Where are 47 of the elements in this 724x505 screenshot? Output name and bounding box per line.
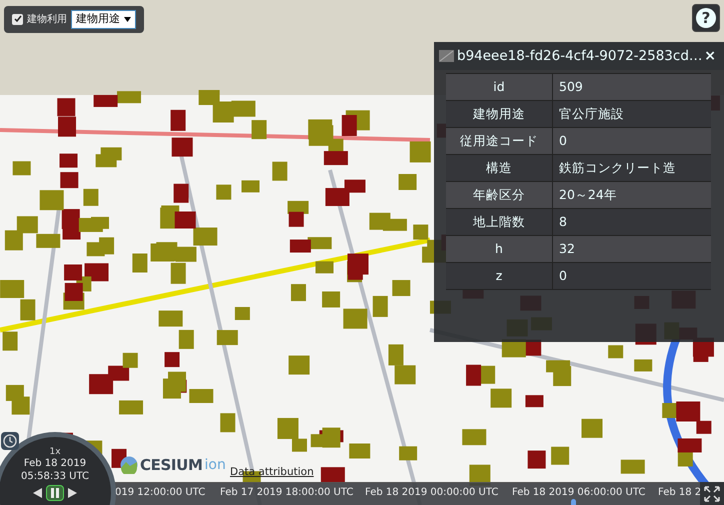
pause-icon [51,488,59,498]
property-value: 32 [558,240,576,258]
timeline-needle[interactable] [570,499,576,505]
timeline-label: Feb 18 2 [658,486,702,500]
property-name: 建物用途 [446,101,553,127]
timeline-label: Feb 18 2019 00:00:00 UTC [365,486,498,500]
pause-button[interactable] [46,485,64,502]
clock-icon [3,434,17,448]
property-name: 従用途コード [446,128,553,154]
infobox-title: b94eee18-fd26-4cf4-9072-2583cd… [457,46,704,66]
property-name: h [446,236,553,262]
property-name: 年齢区分 [446,182,553,208]
fullscreen-button[interactable] [700,482,724,505]
time-label: 05:58:33 UTC [21,470,89,484]
data-attribution-link[interactable]: Data attribution [230,465,314,481]
select-field[interactable]: 建物用途 [71,10,136,28]
logo-suffix: ion [204,456,226,475]
help-button[interactable]: ? [692,4,720,32]
timeline-label: Feb 17 2019 18:00:00 UTC [220,486,354,500]
dropdown-caret-icon [124,16,131,22]
clock-button[interactable] [1,432,19,450]
play-forward-icon[interactable] [68,488,77,498]
property-value: 官公庁施設 [558,104,625,123]
speed-label: 1x [49,447,61,458]
timeline-label: Feb 18 2019 06:00:00 UTC [512,486,646,500]
check-icon [14,15,22,24]
play-reverse-icon[interactable] [33,488,42,498]
property-name: 構造 [446,155,553,181]
fullscreen-icon [704,486,720,502]
property-value: 0 [558,132,568,150]
logo-text: CESIUM [140,455,202,476]
date-label: Feb 18 2019 [24,458,86,471]
property-value: 8 [558,212,568,231]
property-name: z [446,263,553,289]
select-value: 建物用途 [76,11,120,27]
camera-icon [438,49,455,63]
property-value: 509 [558,78,584,96]
mountain-logo-icon [120,456,138,474]
timeline-label: 019 12:00:00 UTC [115,486,206,500]
checkbox[interactable] [12,14,23,25]
checkbox-label: 建物利用 [27,12,67,27]
property-name: 地上階数 [446,209,553,235]
property-name: id [446,74,553,100]
property-value: 20～24年 [558,186,618,204]
close-button[interactable]: × [704,49,716,63]
property-value: 鉄筋コンクリート造 [558,158,677,177]
property-value: 0 [558,266,568,285]
